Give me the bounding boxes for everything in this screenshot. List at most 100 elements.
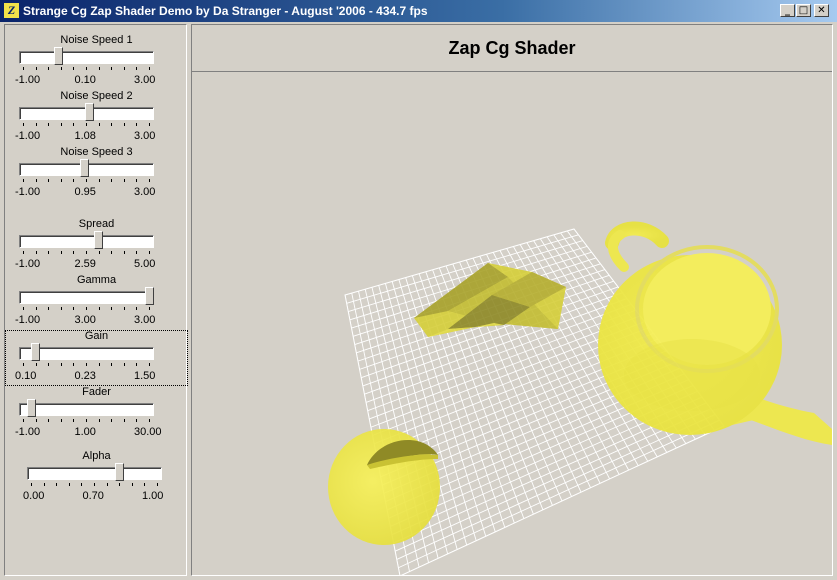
render-viewport[interactable]: Zap Cg Shader [191, 24, 833, 576]
slider-tick [73, 419, 74, 422]
slider-tick [23, 363, 24, 366]
slider-tick [99, 179, 100, 182]
slider-min-value: 0.00 [23, 490, 45, 502]
slider-tick [23, 251, 24, 254]
slider-tick [124, 419, 125, 422]
slider-tick [44, 483, 45, 486]
slider-tick [111, 123, 112, 126]
slider-label: Noise Speed 2 [60, 90, 133, 102]
slider-min-value: -1.00 [15, 74, 41, 86]
slider-thumb[interactable] [115, 463, 124, 481]
slider-tick [73, 67, 74, 70]
slider-tick [61, 251, 62, 254]
slider-thumb[interactable] [27, 399, 36, 417]
slider-gamma[interactable]: Gamma -1.00 3.00 3.00 [5, 274, 188, 330]
slider-tick [149, 67, 150, 70]
slider-tick [119, 483, 120, 486]
slider-label: Noise Speed 3 [60, 146, 133, 158]
slider-tick [36, 123, 37, 126]
slider-spread[interactable]: Spread -1.00 2.59 5.00 [5, 218, 188, 274]
slider-tick [23, 307, 24, 310]
slider-tick [86, 179, 87, 182]
title-bar[interactable]: Z Strange Cg Zap Shader Demo by Da Stran… [0, 0, 837, 22]
window-title: Strange Cg Zap Shader Demo by Da Strange… [23, 4, 428, 18]
minimize-button[interactable]: _ [780, 4, 795, 17]
slider-thumb[interactable] [85, 103, 94, 121]
slider-tick [124, 363, 125, 366]
slider-tick [149, 419, 150, 422]
maximize-button[interactable]: □ [796, 4, 811, 17]
slider-tick [61, 67, 62, 70]
slider-tick [61, 123, 62, 126]
slider-tick [149, 251, 150, 254]
slider-label: Gain [84, 330, 109, 342]
slider-track[interactable] [27, 467, 162, 480]
app-icon: Z [4, 3, 19, 18]
slider-tick [48, 307, 49, 310]
slider-tick [36, 251, 37, 254]
slider-min-value: -1.00 [15, 258, 41, 270]
slider-tick [111, 307, 112, 310]
slider-tick [73, 251, 74, 254]
slider-tick [36, 419, 37, 422]
slider-tick [73, 363, 74, 366]
slider-tick [36, 307, 37, 310]
slider-tick [132, 483, 133, 486]
slider-tick [61, 419, 62, 422]
slider-noise-speed-2[interactable]: Noise Speed 2 -1.00 1.08 3.00 [5, 90, 188, 146]
slider-track[interactable] [19, 403, 154, 416]
slider-min-value: -1.00 [15, 314, 41, 326]
slider-max-value: 5.00 [134, 258, 156, 270]
slider-thumb[interactable] [31, 343, 40, 361]
slider-tick [99, 67, 100, 70]
slider-track[interactable] [19, 51, 154, 64]
slider-current-value: 1.08 [74, 130, 96, 142]
slider-tick [136, 251, 137, 254]
close-button[interactable]: ✕ [814, 4, 829, 17]
slider-min-value: 0.10 [15, 370, 37, 382]
slider-tick [61, 307, 62, 310]
shader-scene[interactable] [192, 73, 832, 575]
slider-tick [69, 483, 70, 486]
slider-tick [149, 307, 150, 310]
slider-gain[interactable]: Gain 0.10 0.23 1.50 [5, 330, 188, 386]
slider-tick [23, 179, 24, 182]
slider-alpha[interactable]: Alpha 0.00 0.70 1.00 [5, 450, 188, 506]
slider-tick [61, 179, 62, 182]
slider-tick [136, 307, 137, 310]
slider-label: Spread [78, 218, 115, 230]
slider-current-value: 0.10 [74, 74, 96, 86]
slider-current-value: 0.70 [82, 490, 104, 502]
slider-tick [36, 363, 37, 366]
slider-tick [111, 419, 112, 422]
slider-tick [124, 251, 125, 254]
slider-tick [48, 123, 49, 126]
slider-noise-speed-1[interactable]: Noise Speed 1 -1.00 0.10 3.00 [5, 34, 188, 90]
slider-thumb[interactable] [80, 159, 89, 177]
slider-tick [94, 483, 95, 486]
slider-label: Alpha [82, 450, 111, 462]
slider-label: Gamma [76, 274, 117, 286]
slider-tick [111, 251, 112, 254]
slider-tick [111, 67, 112, 70]
slider-track[interactable] [19, 291, 154, 304]
slider-tick [124, 123, 125, 126]
slider-tick [136, 67, 137, 70]
slider-thumb[interactable] [54, 47, 63, 65]
slider-tick [48, 419, 49, 422]
grid-line [396, 414, 716, 560]
slider-current-value: 2.59 [74, 258, 96, 270]
slider-tick [136, 419, 137, 422]
slider-tick [86, 307, 87, 310]
slider-tick [61, 363, 62, 366]
slider-tick [48, 179, 49, 182]
slider-thumb[interactable] [94, 231, 103, 249]
slider-max-value: 3.00 [134, 186, 156, 198]
slider-track[interactable] [19, 235, 154, 248]
slider-thumb[interactable] [145, 287, 154, 305]
slider-tick [73, 123, 74, 126]
slider-fader[interactable]: Fader -1.00 1.00 30.00 [5, 386, 188, 442]
slider-noise-speed-3[interactable]: Noise Speed 3 -1.00 0.95 3.00 [5, 146, 188, 202]
slider-tick [111, 363, 112, 366]
slider-max-value: 3.00 [134, 74, 156, 86]
